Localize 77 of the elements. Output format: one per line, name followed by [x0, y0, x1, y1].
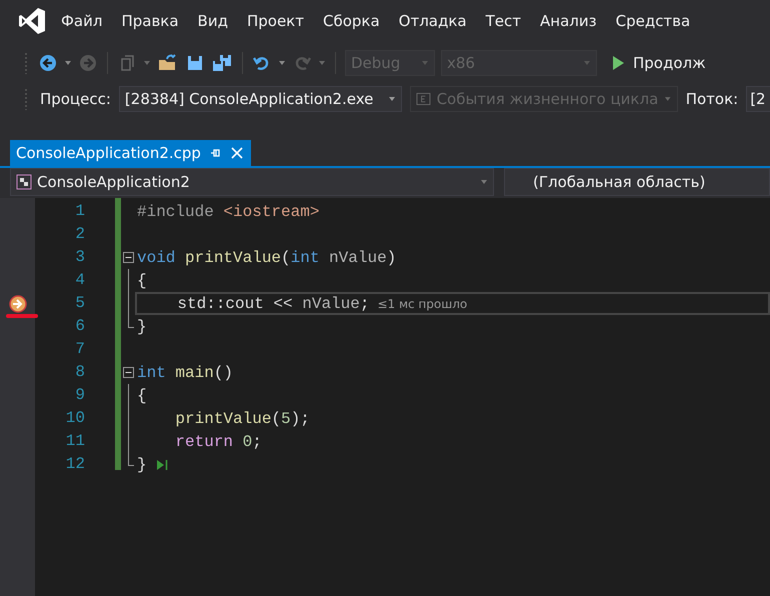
dropdown-arrow-icon: [583, 60, 591, 66]
keyword: int: [137, 364, 166, 382]
preprocessor-directive: #include: [137, 202, 214, 220]
dropdown-arrow-icon[interactable]: [64, 60, 72, 66]
menu-item[interactable]: Файл: [61, 12, 116, 30]
collapse-icon[interactable]: [122, 252, 134, 263]
keyword: return: [174, 432, 234, 450]
class-icon: [16, 174, 32, 190]
menu-item[interactable]: Проект: [246, 12, 318, 30]
app-logo-icon: [17, 6, 47, 36]
code-text: (: [271, 410, 282, 428]
line-number: 2: [74, 224, 85, 245]
code-text: (: [281, 248, 291, 266]
line-number: 6: [74, 316, 85, 337]
dropdown-arrow-icon: [480, 179, 488, 185]
code-text: {: [137, 272, 147, 290]
menu-item[interactable]: Сборка: [322, 12, 394, 30]
elapsed-time-hint: ≤1 мс прошло: [377, 296, 468, 310]
process-label: Процесс:: [40, 90, 111, 108]
dropdown-arrow-icon[interactable]: [318, 60, 326, 66]
code-text: std::cout <<: [176, 294, 294, 312]
code-text: ;: [252, 432, 262, 450]
underline-mark: [6, 314, 38, 318]
line-number: 12: [64, 454, 85, 475]
close-icon[interactable]: [230, 147, 243, 159]
save-all-icon[interactable]: [211, 53, 233, 73]
project-dropdown[interactable]: ConsoleApplication2: [10, 168, 494, 196]
dropdown-arrow-icon[interactable]: [143, 60, 151, 66]
file-tab[interactable]: ConsoleApplication2.cpp: [10, 140, 251, 166]
menu-item[interactable]: Средства: [616, 12, 704, 30]
include-path: <iostream>: [222, 202, 320, 220]
dropdown-arrow-icon[interactable]: [278, 60, 286, 66]
save-icon[interactable]: [185, 53, 205, 73]
menu-item[interactable]: Анализ: [540, 12, 611, 30]
parameter-name: nValue: [328, 248, 387, 266]
line-number: 11: [64, 431, 85, 452]
thread-dropdown[interactable]: [2: [746, 86, 770, 112]
line-number: 7: [74, 339, 85, 360]
code-text: (): [214, 364, 234, 382]
pin-icon[interactable]: [210, 147, 222, 159]
menu-item[interactable]: Отладка: [398, 12, 481, 30]
line-number: 8: [74, 362, 85, 383]
collapse-icon[interactable]: [122, 367, 134, 378]
menu-item[interactable]: Вид: [198, 12, 242, 30]
function-name: printValue: [174, 410, 272, 428]
dropdown-arrow-icon: [388, 96, 396, 102]
play-icon: [611, 55, 625, 71]
menu-item[interactable]: Тест: [486, 12, 536, 30]
line-number: 4: [74, 270, 85, 291]
code-text: }: [137, 456, 147, 474]
event-icon: [416, 92, 431, 106]
dropdown-arrow-icon: [664, 96, 672, 102]
line-number: 3: [74, 247, 85, 268]
code-text: {: [137, 386, 147, 404]
line-number: 5: [74, 293, 85, 314]
keyword: void: [137, 248, 176, 266]
thread-label: Поток:: [686, 90, 738, 108]
back-icon[interactable]: [38, 53, 58, 73]
line-number: 10: [64, 408, 85, 429]
code-text: }: [137, 318, 147, 336]
code-text: );: [290, 410, 310, 428]
menu-item[interactable]: Правка: [121, 12, 193, 30]
run-to-click-icon[interactable]: [154, 458, 169, 470]
line-number: 9: [74, 385, 85, 406]
dropdown-arrow-icon: [421, 60, 429, 66]
keyword: int: [290, 248, 320, 266]
function-name: main: [174, 364, 214, 382]
continue-button[interactable]: Продолж: [603, 54, 706, 72]
code-text: ): [386, 248, 396, 266]
code-text: ;: [360, 294, 370, 312]
parameter-name: nValue: [302, 294, 360, 312]
line-number: 1: [74, 201, 85, 222]
number-literal: 5: [281, 410, 291, 428]
function-name: printValue: [184, 248, 282, 266]
number-literal: 0: [242, 432, 252, 450]
scope-dropdown[interactable]: (Глобальная область): [504, 168, 770, 196]
process-dropdown[interactable]: [28384] ConsoleApplication2.exe: [118, 86, 402, 112]
